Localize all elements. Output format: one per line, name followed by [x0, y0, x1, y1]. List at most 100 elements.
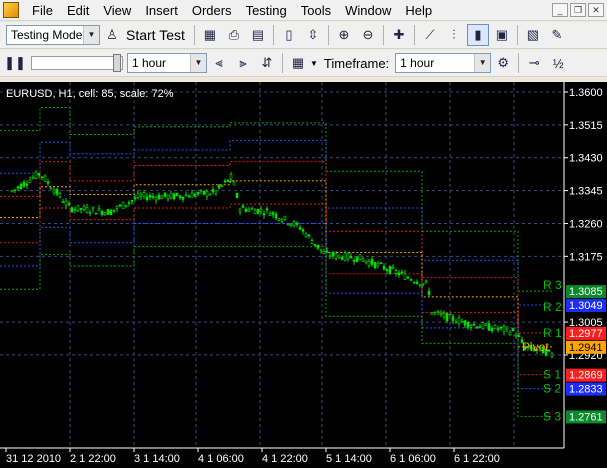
save-icon[interactable]: ▤	[247, 24, 269, 46]
price-tick-label: 1.3260	[569, 218, 603, 230]
candle-body	[448, 313, 452, 316]
candle-body	[64, 200, 68, 206]
candle-body	[463, 320, 467, 326]
candle-body	[475, 326, 479, 329]
skip-icon[interactable]: ⇵	[256, 52, 278, 74]
chevron-down-icon[interactable]: ▼	[310, 59, 318, 68]
bar-chart-icon[interactable]: ⫶	[443, 24, 465, 46]
candle-body	[442, 312, 446, 318]
candle-body	[484, 323, 488, 326]
new-file-icon[interactable]: ▯	[278, 24, 300, 46]
add-chart-icon[interactable]: ▦	[287, 52, 309, 74]
pivot-level-s2	[0, 222, 552, 390]
level-label: R 1	[543, 326, 562, 340]
menu-insert[interactable]: Insert	[138, 0, 185, 21]
candle-body	[166, 194, 170, 200]
chevron-down-icon: ▼	[474, 54, 491, 72]
mode-select[interactable]: Testing Mode ▼	[6, 25, 100, 45]
line-tool-icon[interactable]: ⊸	[523, 52, 545, 74]
candle-body	[262, 213, 266, 216]
price-tick-label: 1.3600	[569, 87, 603, 99]
line-chart-icon[interactable]: ⟋	[419, 24, 441, 46]
zoom-in-icon[interactable]: ⊕	[333, 24, 355, 46]
period-select[interactable]: 1 hour ▼	[127, 53, 207, 73]
price-chart[interactable]: 1.3600 1.3515 1.3430 1.3345 1.3260 1.3175 1.30…	[0, 82, 607, 468]
menu-tools[interactable]: Tools	[294, 0, 338, 21]
candle-body	[241, 205, 245, 208]
clear-icon[interactable]: ✎	[546, 24, 568, 46]
candle-body	[229, 174, 233, 180]
candle-body	[472, 323, 476, 326]
price-badge-label: 1.2977	[569, 328, 603, 340]
properties-icon[interactable]: ⇳	[302, 24, 324, 46]
candle-body	[409, 279, 413, 281]
pivot-level-r3	[0, 106, 552, 292]
candle-body	[13, 188, 17, 191]
autoscroll-icon[interactable]: ▣	[491, 24, 513, 46]
candle-body	[217, 185, 221, 189]
candle-body	[190, 192, 194, 198]
candle-body	[280, 219, 284, 222]
menu-file[interactable]: File	[25, 0, 60, 21]
start-test-label: Start Test	[126, 27, 185, 43]
time-tick-label: 3 1 14:00	[134, 453, 180, 465]
zoom-out-icon[interactable]: ⊖	[357, 24, 379, 46]
candle-body	[394, 270, 398, 274]
toolbar-separator	[282, 53, 283, 73]
candle-body	[79, 208, 83, 210]
candle-body	[43, 175, 47, 182]
minimize-icon[interactable]: _	[552, 3, 568, 17]
menu-help[interactable]: Help	[398, 0, 439, 21]
candle-body	[58, 193, 62, 198]
candle-body	[265, 208, 269, 211]
restore-icon[interactable]: ❐	[570, 3, 586, 17]
candle-body	[343, 252, 347, 261]
candle-body	[247, 208, 251, 212]
fibonacci-icon[interactable]: ½	[547, 52, 569, 74]
candle-body	[91, 207, 95, 210]
candle-body	[400, 271, 404, 274]
settings-icon[interactable]: ⚙	[492, 52, 514, 74]
candle-body	[439, 312, 443, 315]
menu-view[interactable]: View	[96, 0, 138, 21]
level-label: S 2	[543, 382, 561, 396]
pivot-level-r2	[0, 139, 552, 306]
menu-window[interactable]: Window	[338, 0, 398, 21]
candle-body	[85, 207, 89, 213]
price-badge-label: 1.3049	[569, 300, 603, 312]
crosshair-icon[interactable]: ✚	[388, 24, 410, 46]
speed-slider-thumb[interactable]	[113, 54, 121, 72]
candle-body	[451, 316, 455, 321]
menu-edit[interactable]: Edit	[60, 0, 96, 21]
candle-body	[133, 197, 137, 200]
start-test-button[interactable]: Start Test	[124, 27, 191, 43]
calculator-icon[interactable]: ▦	[199, 24, 221, 46]
candle-body	[391, 266, 395, 269]
candle-body	[154, 197, 158, 201]
timeframe-select[interactable]: 1 hour ▼	[395, 53, 492, 73]
candle-body	[382, 265, 386, 270]
candle-body	[142, 192, 146, 197]
step-back-icon[interactable]: ⫷	[208, 52, 230, 74]
candlestick-icon[interactable]: ▮	[466, 24, 489, 46]
price-tick-label: 1.3345	[569, 186, 603, 198]
candle-body	[517, 335, 521, 338]
pause-icon[interactable]: ❚❚	[4, 52, 26, 74]
candle-body	[514, 334, 518, 337]
pivot-level-s1	[0, 203, 552, 376]
candle-body	[157, 194, 161, 200]
step-forward-icon[interactable]: ⫸	[232, 52, 254, 74]
chevron-down-icon: ▼	[190, 54, 206, 72]
print-icon[interactable]: ⎙	[223, 24, 245, 46]
menu-orders[interactable]: Orders	[185, 0, 239, 21]
candle-body	[328, 255, 332, 258]
template-icon[interactable]: ▧	[522, 24, 544, 46]
candle-body	[550, 353, 554, 357]
candle-body	[469, 325, 473, 328]
close-icon[interactable]: ✕	[588, 3, 604, 17]
speed-slider[interactable]	[31, 54, 123, 72]
candle-body	[277, 218, 281, 221]
app-icon[interactable]	[3, 2, 19, 18]
menu-testing[interactable]: Testing	[239, 0, 294, 21]
price-tick-label: 1.3430	[569, 153, 603, 165]
